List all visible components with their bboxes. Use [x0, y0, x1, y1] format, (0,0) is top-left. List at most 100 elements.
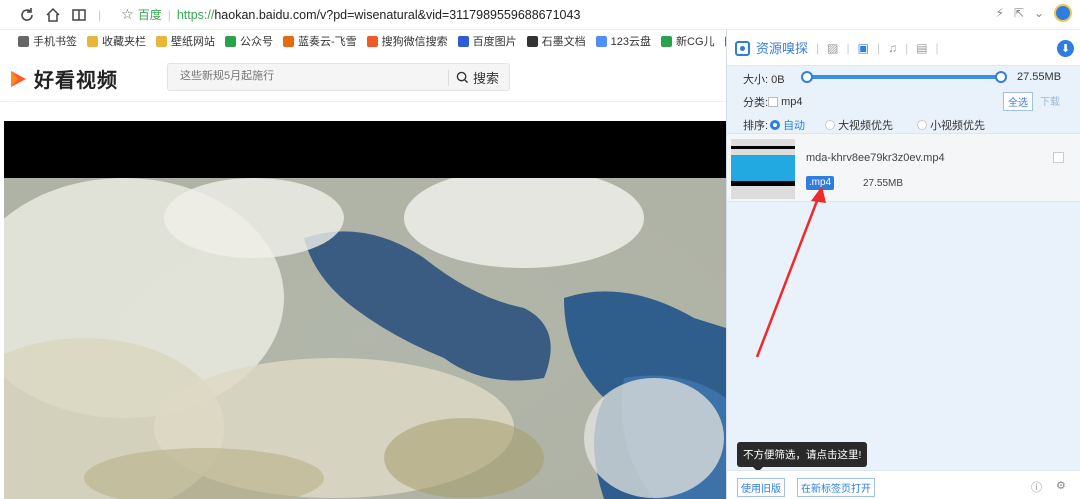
bookmark-label: 蓝奏云-飞雪	[298, 36, 357, 48]
hint-tooltip: 不方便筛选，请点击这里!	[737, 442, 868, 472]
bookmark-label: 壁纸网站	[171, 36, 215, 48]
search-divider	[448, 70, 449, 86]
satellite-earth-image	[4, 178, 726, 499]
sort-large-radio[interactable]	[825, 120, 836, 130]
slider-min-handle[interactable]	[801, 71, 813, 83]
site-logo[interactable]: 好看视频	[8, 64, 118, 93]
divider: |	[98, 7, 102, 22]
bookmark-star-icon[interactable]: ☆	[121, 6, 134, 23]
bookmark-icon	[18, 35, 29, 47]
search-input[interactable]	[180, 70, 440, 82]
address-bar: | ☆ 百度 | https://haokan.baidu.com/v?pd=w…	[0, 0, 1080, 30]
bookmark-item[interactable]: 新CG儿	[661, 33, 715, 49]
book-icon	[72, 8, 86, 21]
bookmark-label: 石墨文档	[541, 36, 586, 48]
panel-toolbar: 资源嗅探 | ▨ | ▣ | ♫ | ▤ | ⬇	[727, 30, 1080, 66]
select-all-button[interactable]: 全选	[1003, 92, 1033, 111]
info-icon[interactable]: ⓘ	[1031, 479, 1043, 494]
extension-icon[interactable]	[1054, 4, 1072, 22]
sort-row: 排序: 自动 大视频优先 小视频优先	[743, 117, 985, 133]
play-logo-icon	[11, 70, 26, 87]
file-checkbox[interactable]	[1053, 152, 1064, 163]
reload-icon	[21, 7, 33, 21]
divider: |	[167, 7, 171, 22]
slider-max-handle[interactable]	[995, 71, 1007, 83]
bookmark-icon	[457, 35, 469, 47]
lightning-icon[interactable]: ⚡	[995, 6, 1003, 20]
bookmark-item[interactable]: 石墨文档	[526, 33, 586, 49]
bookmark-icon	[87, 35, 98, 47]
bookmark-item[interactable]: 壁纸网站	[156, 33, 215, 49]
open-new-tab-button[interactable]: 在新标签页打开	[797, 478, 875, 497]
sort-large-label: 大视频优先	[838, 120, 894, 132]
bookmark-label: 公众号	[240, 36, 273, 48]
image-tab-icon[interactable]: ▨	[827, 41, 838, 55]
bookmark-icon	[225, 35, 236, 47]
bookmark-item[interactable]: 收藏夹栏	[87, 33, 146, 49]
bookmark-label: 手机书签	[33, 36, 77, 48]
chevron-down-icon[interactable]: ⌄	[1034, 6, 1044, 20]
reload-button[interactable]	[14, 2, 40, 28]
category-option-label: mp4	[781, 96, 803, 108]
sort-auto-label: 自动	[783, 120, 806, 132]
url-field[interactable]: https://haokan.baidu.com/v?pd=wisenatura…	[177, 8, 581, 22]
download-button[interactable]: 下载	[1040, 93, 1060, 108]
file-size: 27.55MB	[863, 178, 904, 189]
home-button[interactable]	[40, 2, 66, 28]
bookmark-item[interactable]: 123云盘	[595, 33, 652, 49]
video-thumbnail	[731, 139, 795, 199]
bookmark-icon	[156, 35, 167, 47]
sniffer-panel: 资源嗅探 | ▨ | ▣ | ♫ | ▤ | ⬇ 大小: 0B 27.55MB …	[726, 30, 1080, 499]
sniffer-logo-icon	[735, 40, 750, 56]
category-label: 分类:	[743, 97, 769, 109]
site-label: 百度	[137, 8, 162, 22]
video-tab-icon[interactable]: ▣	[858, 41, 869, 55]
download-all-icon[interactable]: ⬇	[1057, 40, 1074, 57]
bookmark-item[interactable]: 百度图片	[457, 33, 517, 49]
panel-brand: 资源嗅探	[735, 38, 808, 57]
size-label: 大小: 0B	[743, 74, 785, 86]
site-header: 好看视频 搜索	[0, 52, 726, 102]
file-name: mda-khrv8ee79kr3z0ev.mp4	[806, 152, 945, 164]
search-box: 搜索	[167, 63, 510, 91]
panel-footer: 使用旧版 在新标签页打开 ⓘ ⚙	[727, 470, 1080, 499]
bookmark-icon	[526, 35, 538, 47]
bookmark-label: 百度图片	[472, 36, 517, 48]
home-icon	[46, 7, 60, 22]
screen: | ☆ 百度 | https://haokan.baidu.com/v?pd=w…	[0, 0, 1080, 499]
share-icon[interactable]: ⇱	[1014, 6, 1024, 20]
document-tab-icon[interactable]: ▤	[916, 41, 927, 55]
bookmark-label: 新CG儿	[676, 36, 715, 48]
file-type-badge[interactable]: .mp4	[806, 176, 834, 190]
video-player[interactable]	[4, 121, 726, 499]
bookmark-icon	[661, 35, 673, 47]
bookmark-label: 123云盘	[610, 36, 652, 48]
music-tab-icon[interactable]: ♫	[888, 41, 897, 55]
address-right-icons: ⚡ ⇱ ⌄	[995, 4, 1072, 22]
search-icon	[456, 71, 469, 84]
panel-title: 资源嗅探	[756, 41, 809, 56]
bookmark-label: 收藏夹栏	[102, 36, 146, 48]
site-title: 好看视频	[34, 70, 118, 92]
old-version-button[interactable]: 使用旧版	[737, 478, 785, 497]
bookmark-label: 搜狗微信搜索	[381, 36, 448, 48]
resource-item[interactable]: mda-khrv8ee79kr3z0ev.mp4 .mp4 27.55MB	[727, 133, 1080, 202]
mp4-checkbox[interactable]	[768, 97, 779, 107]
sort-auto-radio[interactable]	[770, 120, 781, 130]
bookmark-icon	[595, 35, 607, 47]
search-button[interactable]: 搜索	[456, 68, 499, 87]
size-filter-row: 大小: 0B	[743, 71, 785, 87]
reader-button[interactable]	[66, 2, 92, 28]
sort-small-radio[interactable]	[917, 120, 928, 130]
bookmark-item[interactable]: 公众号	[225, 33, 273, 49]
settings-icon[interactable]: ⚙	[1056, 479, 1068, 492]
bookmark-icon	[366, 35, 378, 47]
bookmark-item[interactable]: 蓝奏云-飞雪	[283, 33, 357, 49]
sort-small-label: 小视频优先	[930, 120, 986, 132]
size-slider[interactable]	[801, 71, 1007, 83]
sort-label: 排序:	[743, 120, 769, 132]
bookmark-item[interactable]: 手机书签	[18, 33, 77, 49]
category-row: 分类: mp4	[743, 94, 802, 110]
bookmark-icon	[283, 35, 294, 47]
bookmark-item[interactable]: 搜狗微信搜索	[366, 33, 448, 49]
